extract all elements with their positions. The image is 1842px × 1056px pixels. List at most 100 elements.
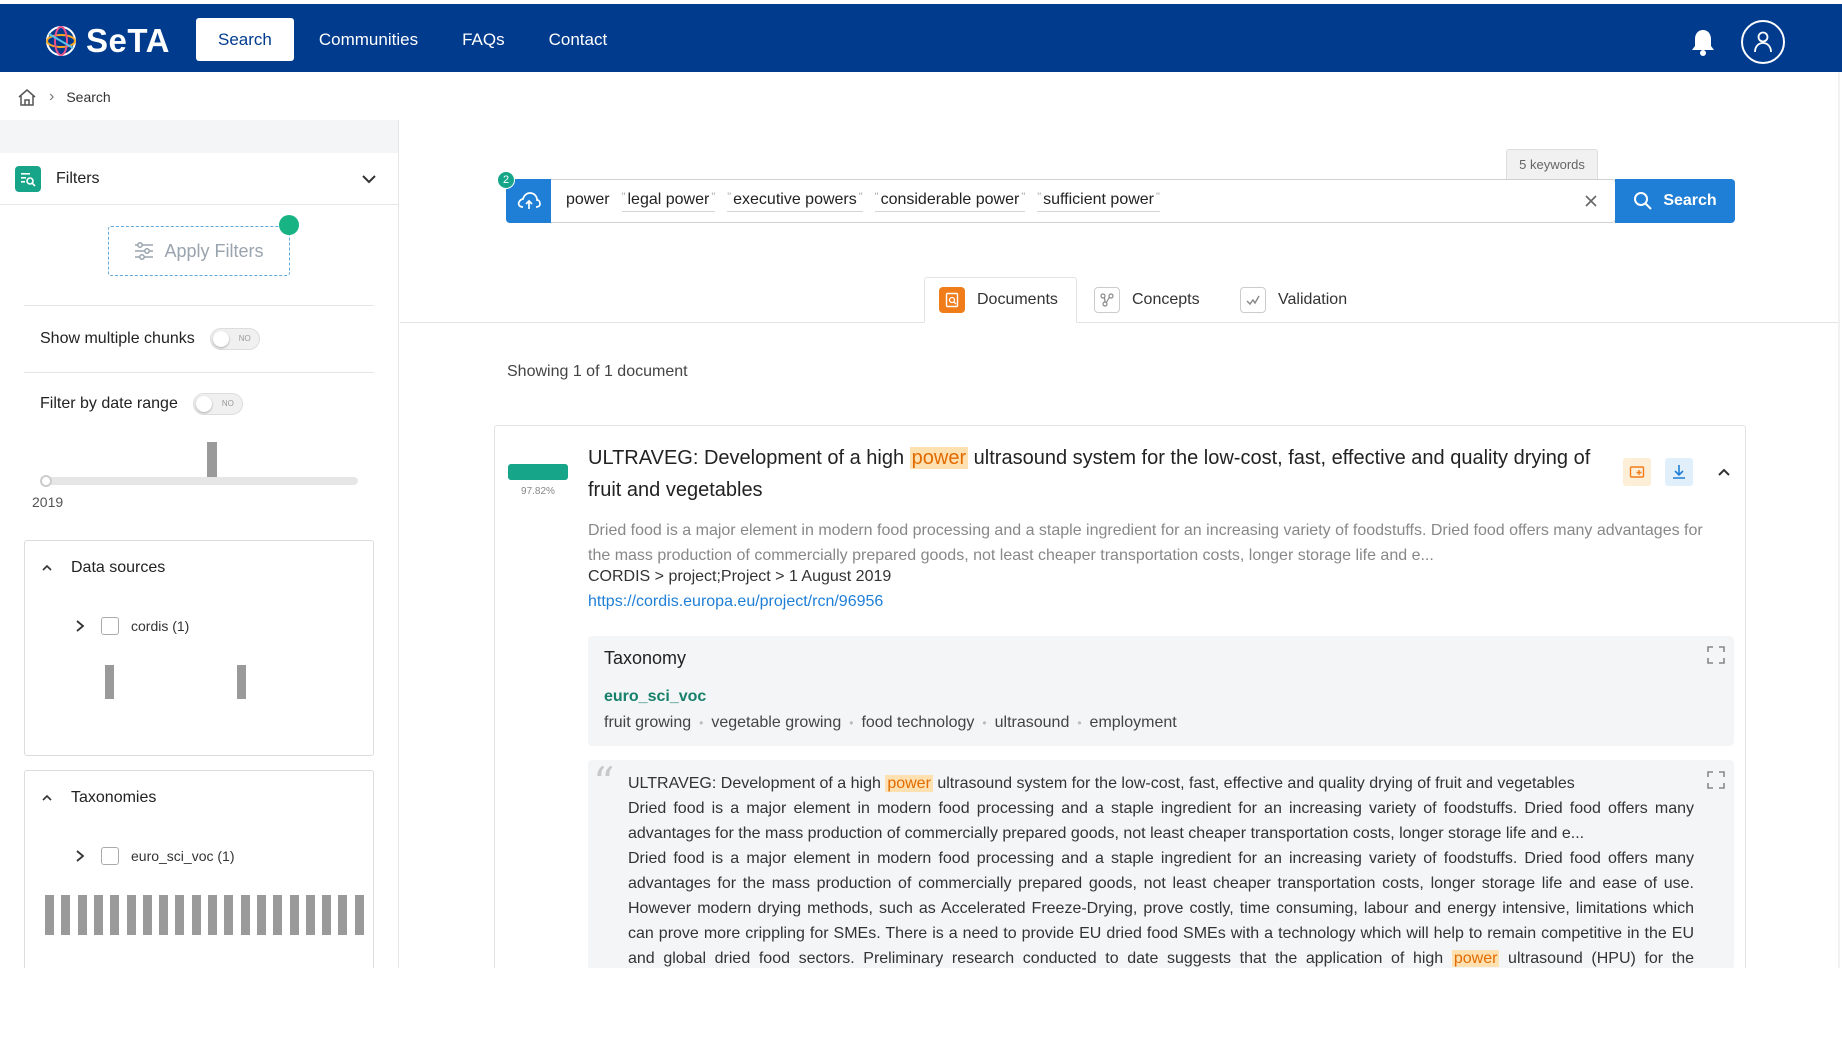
placeholder-bar bbox=[77, 895, 87, 935]
taxonomy-term[interactable]: vegetable growing bbox=[711, 714, 841, 732]
nav-faqs[interactable]: FAQs bbox=[440, 18, 527, 61]
search-term[interactable]: power bbox=[566, 191, 610, 212]
date-range-label: Filter by date range bbox=[40, 395, 178, 412]
date-range-slider[interactable] bbox=[42, 477, 358, 485]
highlight-term: power bbox=[909, 447, 969, 469]
upload-count-badge: 2 bbox=[497, 171, 515, 189]
chevron-down-icon[interactable] bbox=[359, 169, 379, 189]
date-range-row: Filter by date range NO bbox=[40, 393, 243, 415]
relevance-score-text: 97.82% bbox=[521, 486, 555, 497]
term-separator: • bbox=[699, 716, 704, 730]
chunk-text: ULTRAVEG: Development of a high power ul… bbox=[628, 771, 1694, 996]
toggle-knob bbox=[195, 396, 212, 412]
date-histogram-bar bbox=[207, 442, 217, 482]
placeholder-bar bbox=[289, 895, 299, 935]
chunk-text-segment: ultrasound system for the low-cost, fast… bbox=[932, 775, 1575, 792]
placeholder-bar bbox=[126, 895, 136, 935]
document-url[interactable]: https://cordis.europa.eu/project/rcn/969… bbox=[588, 593, 883, 611]
nav-search[interactable]: Search bbox=[196, 18, 294, 61]
date-range-toggle[interactable]: NO bbox=[192, 393, 243, 415]
data-source-item: cordis (1) bbox=[73, 617, 189, 635]
taxonomy-terms: fruit growing • vegetable growing • food t… bbox=[604, 714, 1177, 732]
breadcrumb: › Search bbox=[17, 85, 111, 109]
results-summary: Showing 1 of 1 document bbox=[507, 363, 688, 380]
breadcrumb-current: Search bbox=[66, 89, 111, 105]
expand-icon[interactable] bbox=[1706, 645, 1726, 665]
chevron-right-icon[interactable] bbox=[73, 619, 87, 633]
taxonomies-header[interactable]: Taxonomies bbox=[41, 789, 156, 807]
nav-communities[interactable]: Communities bbox=[297, 18, 440, 61]
show-multiple-chunks-toggle[interactable]: NO bbox=[209, 328, 260, 350]
search-term[interactable]: executive powers bbox=[727, 191, 863, 212]
documents-icon bbox=[939, 287, 965, 313]
taxonomy-term[interactable]: food technology bbox=[861, 714, 974, 732]
user-account-button[interactable] bbox=[1741, 20, 1785, 64]
scrollbar-track[interactable] bbox=[1838, 72, 1840, 972]
nav-contact[interactable]: Contact bbox=[527, 18, 630, 61]
chunk-paragraph: Dried food is a major element in modern … bbox=[628, 800, 1694, 842]
apply-filters-button[interactable]: Apply Filters bbox=[108, 226, 290, 276]
document-title[interactable]: ULTRAVEG: Development of a high power ul… bbox=[588, 442, 1608, 506]
chevron-right-icon[interactable] bbox=[73, 849, 87, 863]
placeholder-bar bbox=[224, 895, 234, 935]
expand-icon[interactable] bbox=[1706, 770, 1726, 790]
taxonomy-term[interactable]: employment bbox=[1090, 714, 1177, 732]
top-navbar: SeTA Search Communities FAQs Contact bbox=[0, 4, 1842, 72]
logo-text: SeTA bbox=[86, 22, 170, 59]
search-term[interactable]: considerable power bbox=[874, 191, 1026, 212]
relevance-score-bar bbox=[508, 464, 568, 480]
tab-validation[interactable]: Validation bbox=[1226, 277, 1365, 323]
pending-filters-dot bbox=[279, 215, 299, 235]
placeholder-bar bbox=[305, 895, 315, 935]
show-multiple-chunks-row: Show multiple chunks NO bbox=[40, 328, 260, 350]
placeholder-bar bbox=[159, 895, 169, 935]
placeholder-bar bbox=[142, 895, 152, 935]
search-icon bbox=[1634, 192, 1653, 210]
chunk-text-segment: ULTRAVEG: Development of a high bbox=[628, 775, 886, 792]
home-icon[interactable] bbox=[17, 88, 37, 106]
filters-header[interactable]: Filters bbox=[0, 153, 398, 205]
filters-sidebar: Filters Apply Filters Show multiple chun… bbox=[0, 120, 399, 980]
app-logo[interactable]: SeTA bbox=[44, 22, 170, 60]
taxonomy-checkbox[interactable] bbox=[101, 847, 119, 865]
data-sources-header[interactable]: Data sources bbox=[41, 559, 165, 577]
notification-bell-icon[interactable] bbox=[1690, 28, 1716, 56]
tab-concepts[interactable]: Concepts bbox=[1080, 277, 1218, 323]
clear-search-icon[interactable] bbox=[1583, 193, 1599, 209]
date-slider-handle[interactable] bbox=[40, 475, 52, 487]
add-to-library-button[interactable] bbox=[1623, 458, 1651, 486]
sidebar-header-strip bbox=[0, 120, 398, 153]
filter-search-icon bbox=[15, 165, 41, 192]
tab-concepts-label: Concepts bbox=[1132, 291, 1200, 308]
term-separator: • bbox=[1077, 716, 1082, 730]
placeholder-bar bbox=[354, 895, 364, 935]
user-icon bbox=[1754, 31, 1772, 53]
taxonomy-term[interactable]: fruit growing bbox=[604, 714, 691, 732]
taxonomy-label: euro_sci_voc (1) bbox=[131, 848, 235, 864]
chevron-up-icon[interactable] bbox=[1714, 462, 1734, 482]
cloud-upload-icon bbox=[517, 192, 541, 209]
filters-title: Filters bbox=[56, 169, 100, 187]
search-term[interactable]: sufficient power bbox=[1037, 191, 1160, 212]
data-source-checkbox[interactable] bbox=[101, 617, 119, 635]
sliders-icon bbox=[135, 242, 154, 260]
main-nav: Search Communities FAQs Contact bbox=[196, 18, 629, 61]
taxonomies-panel: Taxonomies euro_sci_voc (1) bbox=[24, 770, 374, 980]
download-button[interactable] bbox=[1665, 458, 1693, 486]
toggle-knob bbox=[212, 331, 229, 347]
taxonomy-name[interactable]: euro_sci_voc bbox=[604, 688, 706, 706]
search-terms: power legal power executive powers consi… bbox=[566, 191, 1160, 212]
taxonomy-term[interactable]: ultrasound bbox=[995, 714, 1070, 732]
placeholder-bar bbox=[175, 895, 185, 935]
placeholder-bar bbox=[273, 895, 283, 935]
search-button[interactable]: Search bbox=[1615, 179, 1735, 223]
breadcrumb-separator-icon: › bbox=[49, 88, 55, 105]
tab-documents[interactable]: Documents bbox=[924, 277, 1077, 323]
search-term[interactable]: legal power bbox=[621, 191, 716, 212]
placeholder-bar bbox=[256, 895, 266, 935]
page-bottom-blank bbox=[0, 968, 1842, 1056]
placeholder-bar bbox=[208, 895, 217, 935]
keywords-count-badge: 5 keywords bbox=[1506, 149, 1598, 179]
document-title-text: ULTRAVEG: Development of a high bbox=[588, 447, 910, 469]
chevron-up-icon bbox=[42, 794, 52, 801]
